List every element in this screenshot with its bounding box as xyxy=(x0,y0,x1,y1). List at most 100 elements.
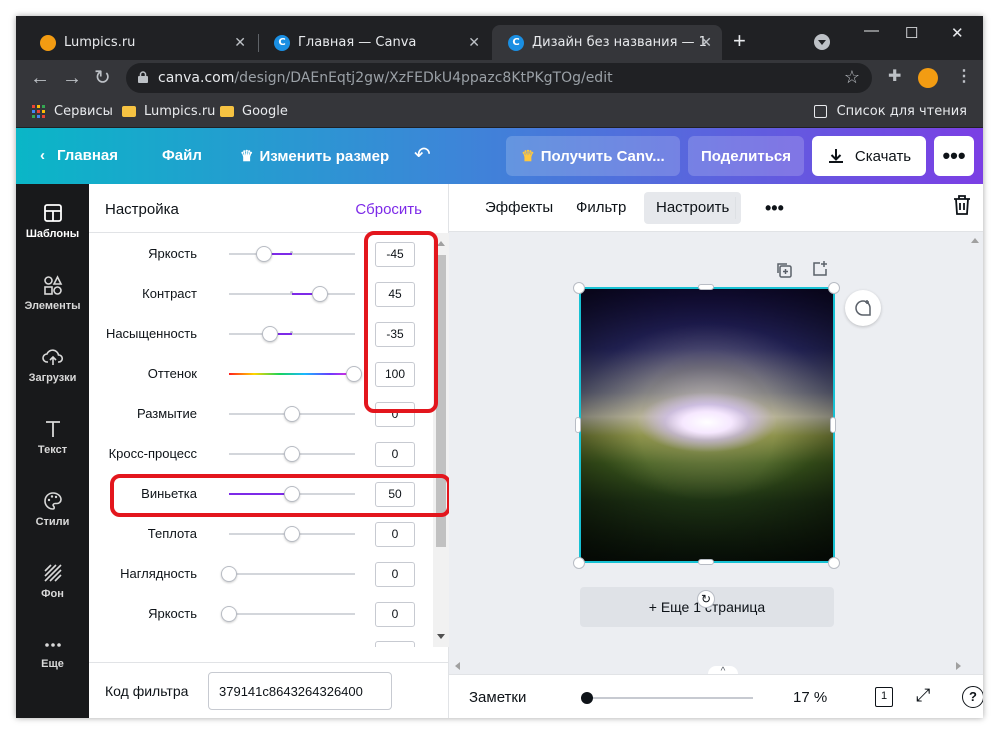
reading-list[interactable]: Список для чтения xyxy=(813,104,967,119)
editor-vertical-scrollbar[interactable] xyxy=(967,232,983,658)
sidebar-item-uploads[interactable]: Загрузки xyxy=(16,346,89,384)
resize-handle[interactable] xyxy=(698,284,714,290)
resize-handle[interactable] xyxy=(575,417,581,433)
slider-value-input[interactable]: 0 xyxy=(375,602,415,627)
maximize-icon[interactable]: ☐ xyxy=(905,24,918,42)
reset-button[interactable]: Сбросить xyxy=(355,201,422,218)
add-page-icon[interactable] xyxy=(811,260,829,278)
slider-value-input[interactable]: 0 xyxy=(375,522,415,547)
zoom-slider-track[interactable] xyxy=(587,697,753,699)
tab-title: Главная — Canva xyxy=(298,35,417,50)
slider-knob[interactable] xyxy=(221,606,237,622)
resize-handle[interactable] xyxy=(830,417,836,433)
reload-icon[interactable]: ↻ xyxy=(94,66,111,90)
address-bar[interactable]: canva.com/design/DAEnEqtj2gw/XzFEDkU4ppa… xyxy=(126,63,872,93)
back-icon[interactable]: ← xyxy=(30,66,50,90)
tab-filter[interactable]: Фильтр xyxy=(564,192,638,224)
sidebar-item-more[interactable]: Еще xyxy=(16,636,89,670)
slider-value-input[interactable] xyxy=(375,641,415,647)
slider-knob[interactable] xyxy=(284,406,300,422)
get-pro-button[interactable]: ♛ Получить Canv... xyxy=(506,136,680,176)
tab-search-icon[interactable] xyxy=(814,34,830,50)
sidebar-item-text[interactable]: Текст xyxy=(16,418,89,456)
download-button[interactable]: Скачать xyxy=(812,136,926,176)
filter-code-input[interactable]: 379141c8643264326400 xyxy=(208,672,392,710)
selected-photo[interactable] xyxy=(579,287,835,563)
duplicate-page-icon[interactable] xyxy=(775,261,793,279)
more-options-icon[interactable]: ••• xyxy=(753,192,796,224)
slider-knob[interactable] xyxy=(262,326,278,342)
tab-canva-design[interactable]: C Дизайн без названия — 1481 ✕ xyxy=(492,25,722,60)
comment-button[interactable] xyxy=(845,290,881,326)
menu-kebab-icon[interactable]: ⋮ xyxy=(956,66,972,86)
zoom-level[interactable]: 17 % xyxy=(793,689,827,706)
resize-handle[interactable] xyxy=(573,282,585,294)
sidebar-item-elements[interactable]: Элементы xyxy=(16,274,89,312)
slider-value-input[interactable]: 0 xyxy=(375,442,415,467)
sidebar-item-background[interactable]: Фон xyxy=(16,562,89,600)
slider-track[interactable] xyxy=(229,406,355,422)
profile-avatar[interactable] xyxy=(918,68,938,88)
more-icon xyxy=(44,643,61,647)
bookmark-lumpics[interactable]: Lumpics.ru xyxy=(122,104,215,119)
close-tab-icon[interactable]: ✕ xyxy=(234,35,246,51)
scroll-down-icon[interactable] xyxy=(437,634,445,639)
slider-track[interactable] xyxy=(229,446,355,462)
resize-button[interactable]: ♛ Изменить размер xyxy=(240,147,389,165)
extensions-icon[interactable]: ✚ xyxy=(888,66,901,86)
resize-handle[interactable] xyxy=(828,282,840,294)
bookmark-google[interactable]: Google xyxy=(220,104,288,119)
trash-icon[interactable] xyxy=(952,194,972,226)
notes-button[interactable]: Заметки xyxy=(469,689,526,706)
share-button[interactable]: Поделиться xyxy=(688,136,804,176)
close-window-icon[interactable]: ✕ xyxy=(951,24,964,42)
sidebar-item-label: Загрузки xyxy=(28,372,77,384)
resize-handle[interactable] xyxy=(573,557,585,569)
bookmark-star-icon[interactable]: ☆ xyxy=(844,67,860,88)
new-tab-icon[interactable]: + xyxy=(733,30,746,52)
page-count-icon[interactable]: 1 xyxy=(875,687,893,707)
more-options-button[interactable]: ••• xyxy=(934,136,974,176)
slider-knob[interactable] xyxy=(346,366,362,382)
bookmark-services[interactable]: Сервисы xyxy=(32,104,113,119)
sidebar-item-styles[interactable]: Стили xyxy=(16,490,89,528)
fullscreen-icon[interactable]: ⤢ xyxy=(916,685,930,706)
slider-row-partial xyxy=(89,633,433,647)
scroll-left-icon[interactable] xyxy=(455,662,460,670)
download-label: Скачать xyxy=(854,147,912,165)
undo-icon[interactable]: ↶ xyxy=(414,142,431,167)
rotate-icon[interactable]: ↻ xyxy=(697,590,715,608)
slider-track[interactable] xyxy=(229,286,355,302)
editor-bottom-bar: Заметки 17 % 1 ⤢ ? xyxy=(449,674,983,718)
zoom-slider-knob[interactable] xyxy=(581,692,593,704)
close-tab-icon[interactable]: ✕ xyxy=(700,35,712,51)
slider-track[interactable] xyxy=(229,326,355,342)
slider-track[interactable] xyxy=(221,566,355,582)
slider-track[interactable] xyxy=(229,526,355,542)
resize-handle[interactable] xyxy=(828,557,840,569)
home-link[interactable]: ‹ Главная xyxy=(40,147,118,164)
minimize-icon[interactable]: — xyxy=(864,22,879,39)
slider-track[interactable] xyxy=(229,246,355,262)
slider-knob[interactable] xyxy=(284,526,300,542)
slider-knob[interactable] xyxy=(256,246,272,262)
help-icon[interactable]: ? xyxy=(962,686,983,708)
slider-value-input[interactable]: 0 xyxy=(375,562,415,587)
slider-knob[interactable] xyxy=(284,446,300,462)
resize-handle[interactable] xyxy=(698,559,714,565)
scroll-up-icon[interactable] xyxy=(437,241,445,246)
scroll-up-icon[interactable] xyxy=(971,238,979,243)
tab-adjust[interactable]: Настроить xyxy=(644,192,742,224)
file-menu[interactable]: Файл xyxy=(162,147,202,164)
tab-effects[interactable]: Эффекты xyxy=(473,192,565,224)
tab-lumpics[interactable]: Lumpics.ru ✕ xyxy=(24,25,256,60)
slider-track[interactable] xyxy=(221,606,355,622)
close-tab-icon[interactable]: ✕ xyxy=(468,35,480,51)
tab-canva-home[interactable]: C Главная — Canva ✕ xyxy=(258,25,490,60)
forward-icon[interactable]: → xyxy=(62,66,82,90)
slider-track[interactable] xyxy=(229,366,362,382)
scroll-right-icon[interactable] xyxy=(956,662,961,670)
slider-knob[interactable] xyxy=(312,286,328,302)
slider-knob[interactable] xyxy=(221,566,237,582)
sidebar-item-templates[interactable]: Шаблоны xyxy=(16,202,89,240)
